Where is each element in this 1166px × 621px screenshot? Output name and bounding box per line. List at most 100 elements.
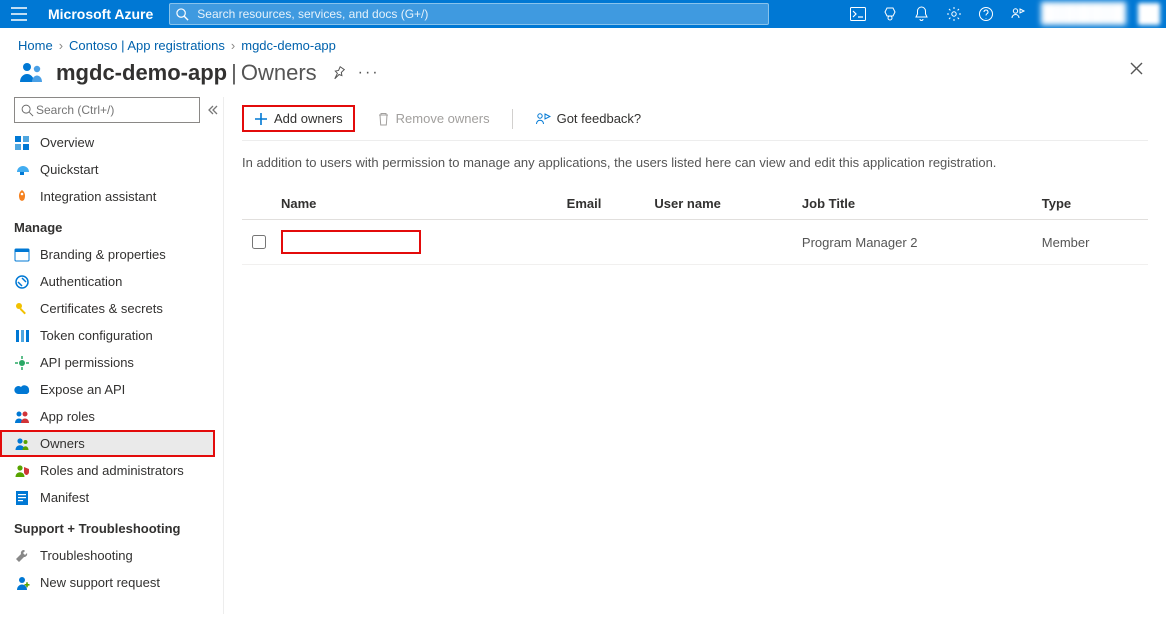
col-type[interactable]: Type <box>1036 188 1148 220</box>
sidebar-item-overview[interactable]: Overview <box>0 129 223 156</box>
account-tenant: ████████████ <box>1041 14 1126 25</box>
brand-label[interactable]: Microsoft Azure <box>40 6 161 22</box>
sidebar-item-expose-api[interactable]: Expose an API <box>0 376 223 403</box>
page-body: Overview Quickstart Integration assistan… <box>0 97 1166 614</box>
content-toolbar: Add owners Remove owners Got feedback? <box>242 97 1148 141</box>
help-icon[interactable] <box>971 0 1001 28</box>
sidebar-item-label: New support request <box>40 575 160 590</box>
avatar[interactable] <box>1138 3 1160 25</box>
auth-icon <box>14 274 30 290</box>
search-icon <box>176 8 189 21</box>
breadcrumb-app[interactable]: mgdc-demo-app <box>241 38 336 53</box>
sidebar-section-support: Support + Troubleshooting <box>0 511 223 542</box>
breadcrumb-contoso[interactable]: Contoso | App registrations <box>69 38 225 53</box>
account-info[interactable]: ████████████ ████████████ <box>1035 3 1132 25</box>
close-icon[interactable] <box>1129 61 1144 76</box>
sidebar-search-input[interactable] <box>34 102 193 118</box>
sidebar-item-quickstart[interactable]: Quickstart <box>0 156 223 183</box>
row-checkbox-cell <box>242 220 275 265</box>
cell-username <box>648 220 796 265</box>
sidebar: Overview Quickstart Integration assistan… <box>0 97 224 614</box>
api-icon <box>14 355 30 371</box>
sidebar-item-label: Roles and administrators <box>40 463 184 478</box>
sidebar-item-label: API permissions <box>40 355 134 370</box>
sidebar-search <box>14 97 215 123</box>
col-email[interactable]: Email <box>561 188 649 220</box>
sidebar-item-label: Overview <box>40 135 94 150</box>
feedback-button[interactable]: Got feedback? <box>527 107 650 130</box>
hamburger-icon[interactable] <box>6 1 32 27</box>
rocket-icon <box>14 189 30 205</box>
app-owners-icon <box>18 59 46 87</box>
token-icon <box>14 328 30 344</box>
sidebar-search-box[interactable] <box>14 97 200 123</box>
sidebar-item-label: Authentication <box>40 274 122 289</box>
feedback-people-icon <box>535 112 551 126</box>
page-title-actions: ··· <box>331 64 380 82</box>
sidebar-item-authentication[interactable]: Authentication <box>0 268 223 295</box>
sidebar-item-label: Certificates & secrets <box>40 301 163 316</box>
sidebar-item-api-permissions[interactable]: API permissions <box>0 349 223 376</box>
search-icon <box>21 104 34 117</box>
cell-type: Member <box>1036 220 1148 265</box>
settings-icon[interactable] <box>939 0 969 28</box>
sidebar-item-owners[interactable]: Owners <box>0 430 215 457</box>
sidebar-item-branding[interactable]: Branding & properties <box>0 241 223 268</box>
breadcrumb-home[interactable]: Home <box>18 38 53 53</box>
sidebar-menu: Overview Quickstart Integration assistan… <box>0 129 223 596</box>
notifications-icon[interactable] <box>907 0 937 28</box>
sidebar-item-label: Quickstart <box>40 162 99 177</box>
sidebar-item-new-support[interactable]: New support request <box>0 569 223 596</box>
content-description: In addition to users with permission to … <box>242 141 1148 188</box>
key-icon <box>14 301 30 317</box>
sidebar-item-integration-assistant[interactable]: Integration assistant <box>0 183 223 210</box>
sidebar-item-label: Integration assistant <box>40 189 156 204</box>
sidebar-item-troubleshooting[interactable]: Troubleshooting <box>0 542 223 569</box>
cell-jobtitle: Program Manager 2 <box>796 220 1036 265</box>
sidebar-section-manage: Manage <box>0 210 223 241</box>
content: Add owners Remove owners Got feedback? I… <box>224 97 1166 614</box>
plus-icon <box>254 112 268 126</box>
toolbar-separator <box>512 109 513 129</box>
sidebar-item-app-roles[interactable]: App roles <box>0 403 223 430</box>
sidebar-item-roles-admins[interactable]: Roles and administrators <box>0 457 223 484</box>
global-search-input[interactable] <box>195 6 762 22</box>
support-icon <box>14 575 30 591</box>
col-checkbox <box>242 188 275 220</box>
branding-icon <box>14 247 30 263</box>
feedback-label: Got feedback? <box>557 111 642 126</box>
breadcrumb: Home › Contoso | App registrations › mgd… <box>0 28 1166 53</box>
cell-name <box>275 220 561 265</box>
sidebar-item-label: Token configuration <box>40 328 153 343</box>
col-jobtitle[interactable]: Job Title <box>796 188 1036 220</box>
global-search[interactable] <box>169 3 769 25</box>
sidebar-item-certificates[interactable]: Certificates & secrets <box>0 295 223 322</box>
collapse-sidebar-icon[interactable] <box>206 104 218 116</box>
page-title-light: Owners <box>241 60 317 86</box>
sidebar-item-manifest[interactable]: Manifest <box>0 484 223 511</box>
cloudshell-icon[interactable] <box>843 0 873 28</box>
page-title-bold: mgdc-demo-app <box>56 60 227 86</box>
sidebar-item-label: Troubleshooting <box>40 548 133 563</box>
row-checkbox[interactable] <box>252 235 266 249</box>
chevron-right-icon: › <box>59 38 63 53</box>
rolesadmin-icon <box>14 463 30 479</box>
page-header: mgdc-demo-app | Owners ··· <box>0 53 1166 97</box>
col-username[interactable]: User name <box>648 188 796 220</box>
owners-icon <box>14 436 30 452</box>
overview-icon <box>14 135 30 151</box>
redacted-name <box>281 230 421 254</box>
sidebar-item-token-config[interactable]: Token configuration <box>0 322 223 349</box>
sidebar-item-label: Expose an API <box>40 382 125 397</box>
more-icon[interactable]: ··· <box>358 64 380 82</box>
add-owners-button[interactable]: Add owners <box>242 105 355 132</box>
copilot-icon[interactable] <box>875 0 905 28</box>
wrench-icon <box>14 548 30 564</box>
table-row[interactable]: Program Manager 2 Member <box>242 220 1148 265</box>
feedback-icon[interactable] <box>1003 0 1033 28</box>
azure-topbar: Microsoft Azure ████████████ ███████████… <box>0 0 1166 28</box>
chevron-right-icon: › <box>231 38 235 53</box>
pin-icon[interactable] <box>331 66 346 81</box>
sidebar-item-label: Manifest <box>40 490 89 505</box>
col-name[interactable]: Name <box>275 188 561 220</box>
